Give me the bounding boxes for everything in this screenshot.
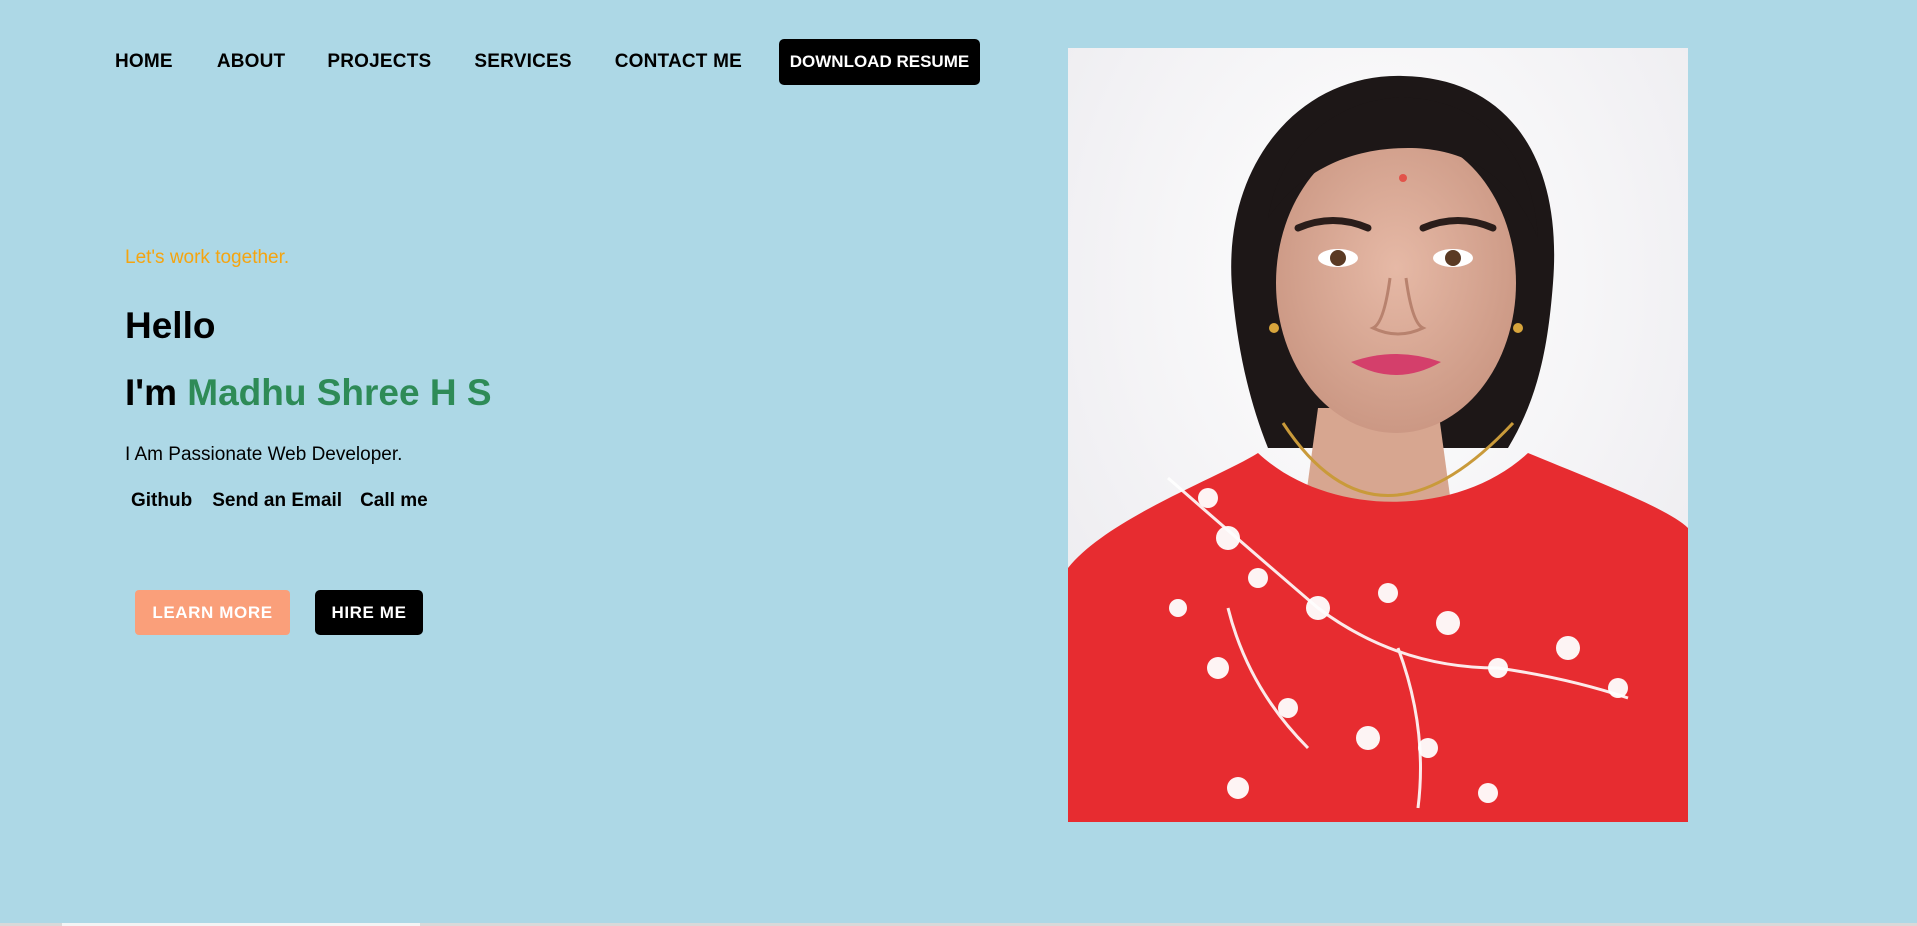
hero-description: I Am Passionate Web Developer.	[125, 444, 403, 465]
hero-intro-prefix: I'm	[125, 372, 188, 413]
email-link[interactable]: Send an Email	[212, 490, 342, 512]
hire-me-button[interactable]: HIRE ME	[315, 590, 423, 635]
nav-link-services[interactable]: SERVICES	[474, 51, 571, 73]
nav-link-projects[interactable]: PROJECTS	[327, 51, 431, 73]
main-nav: HOME ABOUT PROJECTS SERVICES CONTACT ME …	[115, 38, 980, 86]
github-link[interactable]: Github	[131, 490, 192, 512]
hero-greeting: Hello	[125, 305, 216, 346]
profile-photo	[1068, 48, 1688, 822]
hero-name: Madhu Shree H S	[187, 372, 492, 413]
nav-link-contact[interactable]: CONTACT ME	[615, 51, 742, 73]
page-background: HOME ABOUT PROJECTS SERVICES CONTACT ME …	[0, 0, 1917, 923]
nav-link-home[interactable]: HOME	[115, 51, 173, 73]
download-resume-button[interactable]: DOWNLOAD RESUME	[778, 39, 980, 85]
nav-link-about[interactable]: ABOUT	[217, 51, 286, 73]
call-link[interactable]: Call me	[360, 490, 428, 512]
contact-links: Github Send an Email Call me	[131, 490, 428, 512]
hero-tagline: Let's work together.	[125, 247, 290, 268]
hero-intro: I'm Madhu Shree H S	[125, 372, 492, 414]
learn-more-button[interactable]: LEARN MORE	[135, 590, 290, 635]
